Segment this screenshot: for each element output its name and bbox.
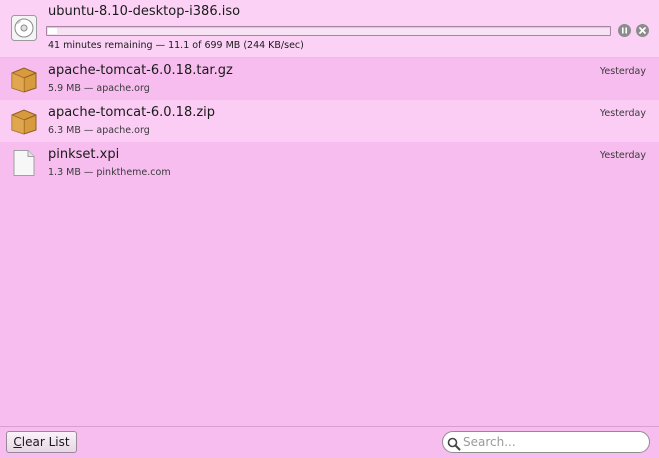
document-icon	[10, 149, 38, 177]
disc-icon	[10, 14, 38, 42]
footer-bar: Clear List	[0, 426, 659, 458]
download-status: 1.3 MB — pinktheme.com	[48, 167, 171, 178]
download-status: 5.9 MB — apache.org	[48, 83, 150, 94]
clear-list-button[interactable]: Clear List	[6, 431, 77, 453]
package-icon	[10, 107, 38, 135]
download-status: 6.3 MB — apache.org	[48, 125, 150, 136]
clear-list-label: lear List	[21, 435, 70, 449]
cancel-icon[interactable]	[636, 24, 649, 37]
downloads-list: ubuntu-8.10-desktop-i386.iso 41 minutes …	[0, 0, 659, 426]
download-progress-fill	[48, 28, 57, 34]
download-item-active[interactable]: ubuntu-8.10-desktop-i386.iso 41 minutes …	[0, 0, 659, 58]
download-date: Yesterday	[599, 108, 646, 119]
search-icon	[447, 436, 461, 455]
download-filename: pinkset.xpi	[48, 147, 120, 162]
download-item[interactable]: pinkset.xpi Yesterday 1.3 MB — pinktheme…	[0, 142, 659, 184]
download-filename: ubuntu-8.10-desktop-i386.iso	[48, 4, 241, 19]
download-item[interactable]: apache-tomcat-6.0.18.tar.gz Yesterday 5.…	[0, 58, 659, 100]
pause-icon[interactable]	[618, 24, 631, 37]
download-filename: apache-tomcat-6.0.18.zip	[48, 105, 216, 120]
clear-list-mnemonic: C	[13, 435, 22, 449]
download-progress-bar	[46, 26, 611, 36]
download-date: Yesterday	[599, 150, 646, 161]
download-status: 41 minutes remaining — 11.1 of 699 MB (2…	[48, 40, 304, 51]
search-input[interactable]	[463, 434, 643, 450]
download-filename: apache-tomcat-6.0.18.tar.gz	[48, 63, 233, 78]
download-date: Yesterday	[599, 66, 646, 77]
search-box[interactable]	[442, 431, 650, 453]
download-item[interactable]: apache-tomcat-6.0.18.zip Yesterday 6.3 M…	[0, 100, 659, 142]
package-icon	[10, 65, 38, 93]
